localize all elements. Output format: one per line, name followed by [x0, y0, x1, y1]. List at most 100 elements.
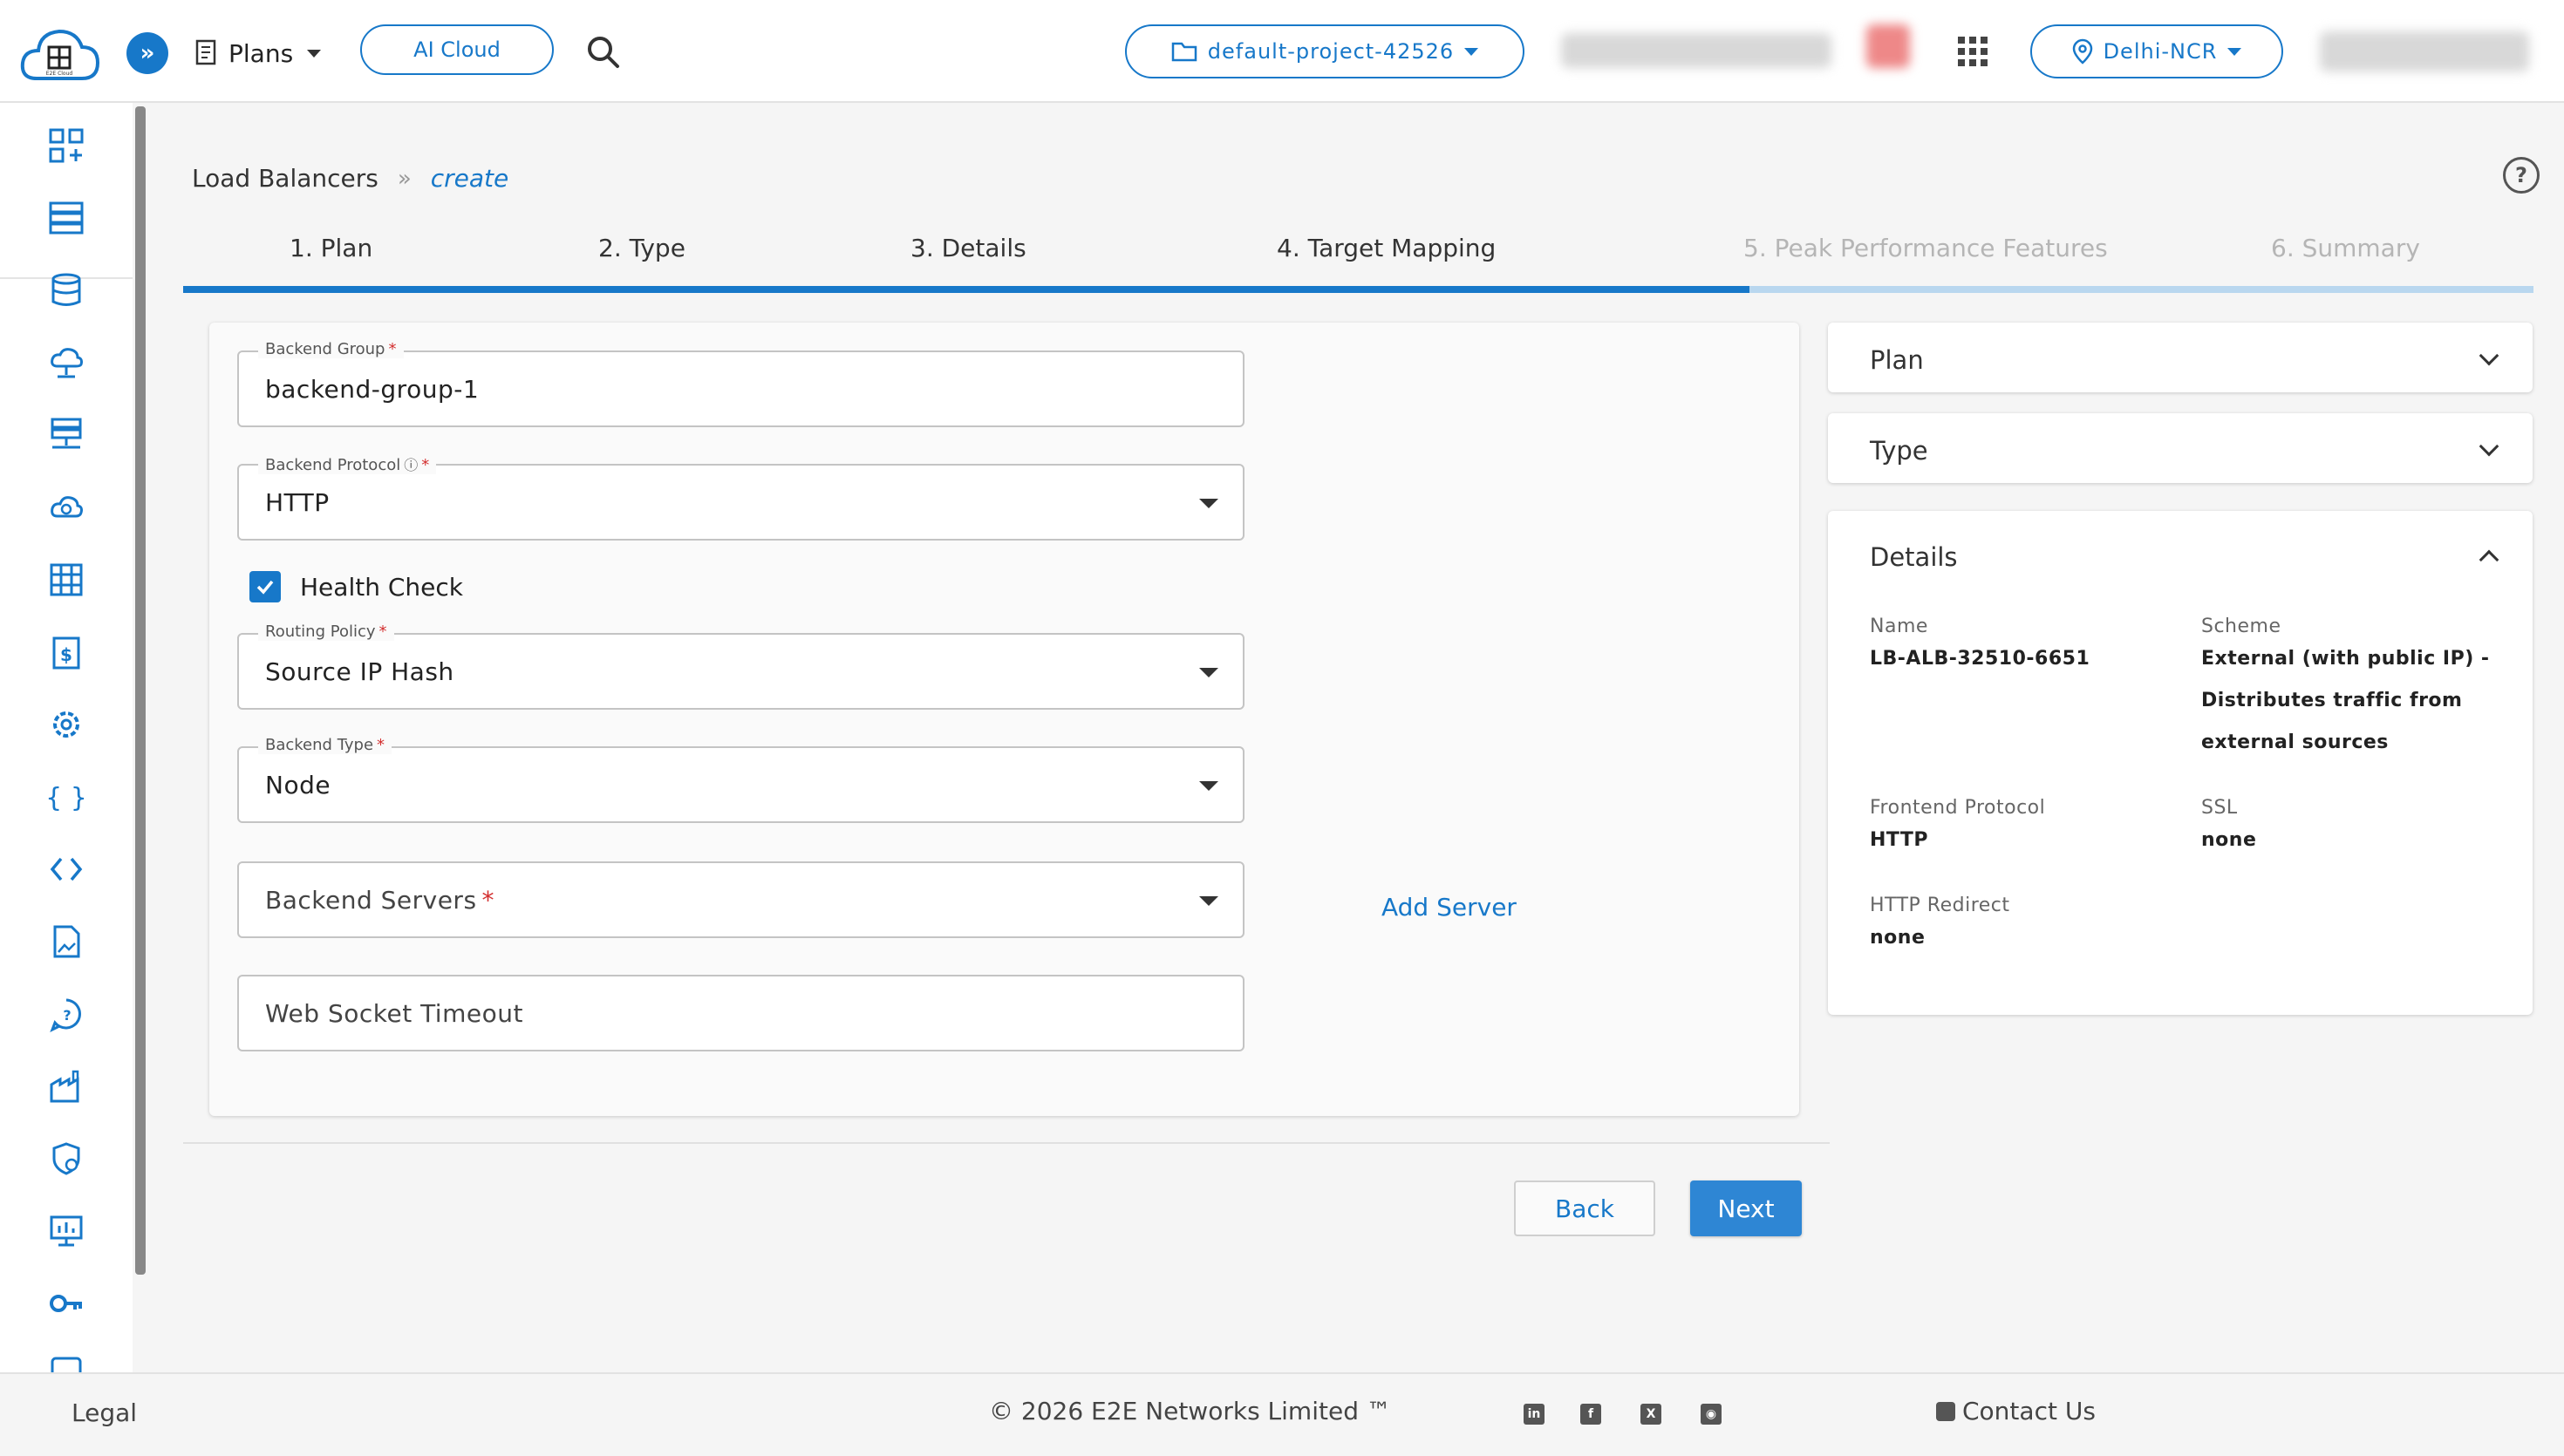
detail-http-redirect-label: HTTP Redirect [1870, 895, 2010, 916]
key-icon[interactable] [44, 1281, 89, 1326]
breadcrumb-separator: » [397, 165, 412, 192]
blurred-notification-badge[interactable] [1866, 24, 1910, 68]
detail-frontend-protocol-value: HTTP [1870, 829, 1929, 851]
dropdown-caret-icon [1199, 781, 1218, 791]
linkedin-icon[interactable]: in [1524, 1404, 1545, 1425]
x-twitter-icon[interactable]: X [1640, 1404, 1661, 1425]
wizard-stepper: 1. Plan 2. Type 3. Details 4. Target Map… [183, 234, 2533, 277]
search-icon[interactable] [583, 31, 624, 73]
target-mapping-form: Backend Group * backend-group-1 Backend P… [209, 323, 1799, 1116]
detail-ssl-label: SSL [2201, 797, 2238, 819]
backend-type-value: Node [265, 771, 331, 799]
chevron-up-icon[interactable] [2479, 549, 2499, 570]
main-content: Load Balancers » create ? 1. Plan 2. Typ… [148, 103, 2564, 1372]
step-plan[interactable]: 1. Plan [290, 234, 372, 262]
billing-icon[interactable]: $ [44, 629, 89, 675]
dashboard-add-icon[interactable] [44, 123, 89, 168]
chevron-down-icon[interactable] [2479, 345, 2499, 366]
cloud-sync-icon[interactable] [44, 485, 89, 530]
backend-protocol-label: Backend Protocol ⓘ * [258, 453, 437, 474]
contact-us-link[interactable]: Contact Us [1936, 1397, 2096, 1425]
health-check-row[interactable]: Health Check [249, 571, 463, 602]
chevron-down-icon[interactable] [2479, 436, 2499, 457]
backend-group-value: backend-group-1 [265, 375, 480, 404]
caret-down-icon [307, 49, 322, 58]
footer: Legal © 2026 E2E Networks Limited ™ in f… [0, 1372, 2564, 1456]
location-pin-icon [2072, 38, 2092, 65]
support-chat-icon[interactable]: ? [44, 991, 89, 1037]
project-label: default-project-42526 [1207, 39, 1455, 64]
footer-legal-link[interactable]: Legal [72, 1398, 137, 1427]
region-label: Delhi-NCR [2103, 39, 2218, 64]
checkmark-icon [256, 580, 274, 595]
monitor-chart-icon[interactable] [44, 1208, 89, 1254]
detail-scheme-value: External (with public IP) - Distributes … [2201, 648, 2490, 753]
health-check-checkbox[interactable] [249, 571, 281, 602]
detail-scheme-label: Scheme [2201, 616, 2281, 637]
curly-braces-icon[interactable]: { } [44, 774, 89, 820]
ai-cloud-label: AI Cloud [413, 37, 501, 62]
more-sidebar-icon[interactable] [44, 1353, 89, 1372]
svg-text:{ }: { } [47, 783, 85, 813]
breadcrumb-load-balancers[interactable]: Load Balancers [192, 164, 378, 193]
step-details[interactable]: 3. Details [910, 234, 1026, 262]
breadcrumb: Load Balancers » create [192, 164, 508, 193]
receipt-icon [195, 39, 216, 65]
plan-summary-panel[interactable]: Plan [1828, 323, 2533, 392]
factory-icon[interactable] [44, 1064, 89, 1109]
expand-sidebar-button[interactable]: » [126, 32, 168, 74]
ai-cloud-button[interactable]: AI Cloud [360, 24, 554, 75]
facebook-icon[interactable]: f [1580, 1404, 1601, 1425]
blurred-account-info [1561, 33, 1831, 68]
health-check-label: Health Check [300, 572, 463, 602]
sidebar-scrollbar[interactable] [135, 106, 146, 1275]
phone-icon [1936, 1401, 1955, 1421]
dropdown-caret-icon [1199, 668, 1218, 677]
breadcrumb-create: create [430, 164, 509, 193]
rss-icon[interactable]: ◉ [1701, 1404, 1722, 1425]
caret-down-icon [2227, 47, 2242, 56]
svg-text:$: $ [60, 644, 72, 665]
step-type[interactable]: 2. Type [598, 234, 685, 262]
next-button[interactable]: Next [1690, 1180, 1802, 1236]
back-button[interactable]: Back [1514, 1180, 1655, 1236]
info-icon: ⓘ [404, 457, 419, 473]
detail-name-label: Name [1870, 616, 1928, 637]
caret-down-icon [1464, 47, 1479, 56]
backend-protocol-select[interactable]: Backend Protocol ⓘ * HTTP [237, 453, 1244, 541]
web-socket-timeout-input[interactable]: Web Socket Timeout [237, 975, 1244, 1051]
e2e-cloud-logo[interactable]: E2E Cloud [17, 21, 101, 87]
backend-servers-select[interactable]: Backend Servers * [237, 861, 1244, 938]
routing-policy-select[interactable]: Routing Policy * Source IP Hash [237, 623, 1244, 710]
logo-text: E2E Cloud [46, 71, 73, 77]
plans-label: Plans [228, 38, 294, 68]
apps-grid-icon[interactable] [1958, 37, 1988, 66]
help-question-icon[interactable]: ? [2503, 157, 2540, 194]
server-rack-icon[interactable] [44, 195, 89, 241]
cloud-network-icon[interactable] [44, 340, 89, 385]
top-header: E2E Cloud » Plans AI Cloud default-proje… [0, 0, 2564, 103]
project-selector[interactable]: default-project-42526 [1125, 24, 1524, 78]
backend-group-field[interactable]: Backend Group * backend-group-1 [237, 340, 1244, 427]
database-icon[interactable] [44, 268, 89, 313]
backend-protocol-value: HTTP [265, 488, 330, 517]
security-shield-icon[interactable] [44, 1136, 89, 1181]
region-selector[interactable]: Delhi-NCR [2030, 24, 2283, 78]
code-brackets-icon[interactable] [44, 847, 89, 892]
settings-gear-icon[interactable] [44, 702, 89, 747]
double-chevron-right-icon: » [140, 40, 155, 66]
step-target-mapping[interactable]: 4. Target Mapping [1277, 234, 1496, 262]
detail-frontend-protocol-label: Frontend Protocol [1870, 797, 2046, 819]
add-server-link[interactable]: Add Server [1381, 893, 1517, 922]
network-servers-icon[interactable] [44, 412, 89, 458]
type-summary-panel[interactable]: Type [1828, 413, 2533, 483]
backend-type-select[interactable]: Backend Type * Node [237, 736, 1244, 823]
actions-divider [183, 1142, 1830, 1144]
backend-group-label: Backend Group * [258, 340, 404, 358]
plans-menu[interactable]: Plans [194, 32, 322, 74]
blurred-user-menu[interactable] [2320, 31, 2529, 71]
document-image-icon[interactable] [44, 919, 89, 964]
grid-table-icon[interactable] [44, 557, 89, 602]
contact-us-label: Contact Us [1962, 1397, 2096, 1425]
web-socket-timeout-placeholder: Web Socket Timeout [265, 999, 523, 1028]
